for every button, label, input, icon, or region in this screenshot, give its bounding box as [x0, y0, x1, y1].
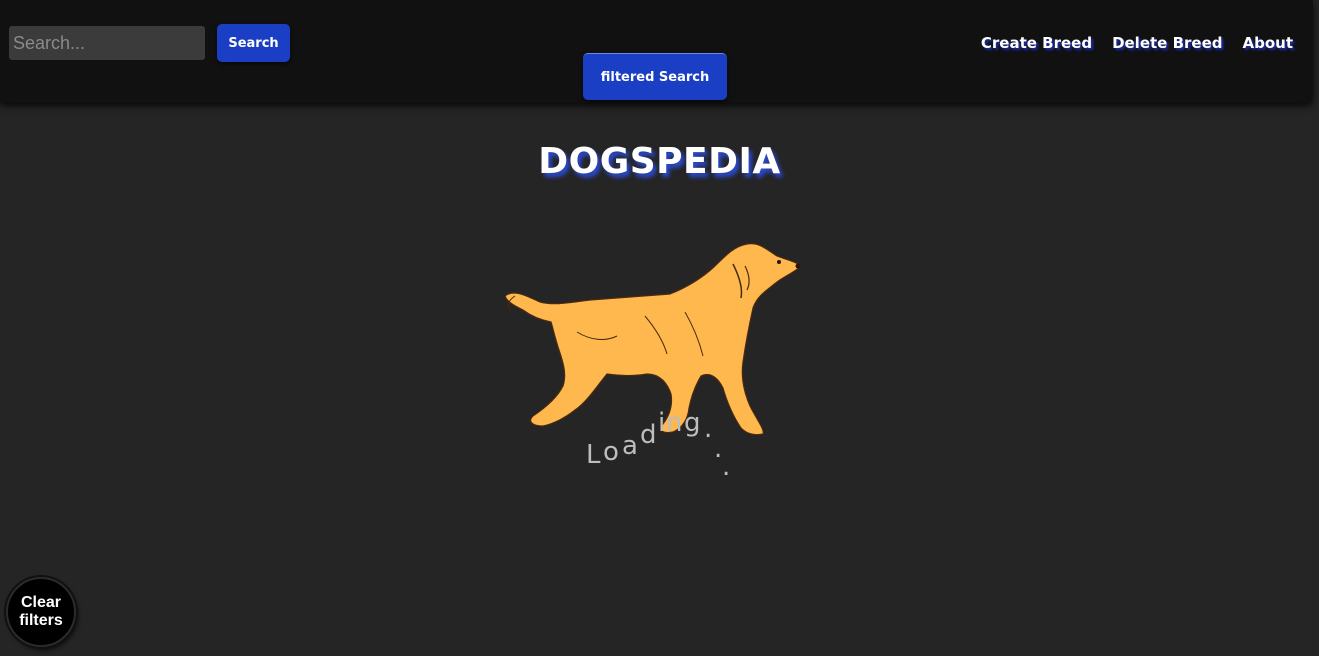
- nav-about[interactable]: About: [1242, 34, 1293, 52]
- loading-letter: .: [704, 414, 713, 444]
- loading-letter: d: [640, 420, 657, 450]
- clear-filters-button[interactable]: Clear filters: [6, 577, 76, 647]
- nav-links: Create Breed Delete Breed About: [981, 34, 1293, 52]
- top-navbar: Search filtered Search Create Breed Dele…: [0, 0, 1313, 103]
- loading-letter: o: [603, 437, 619, 467]
- page-title: DOGSPEDIA: [538, 141, 781, 182]
- search-input[interactable]: [9, 26, 205, 60]
- search-button[interactable]: Search: [217, 24, 290, 62]
- loading-letter: a: [622, 431, 638, 461]
- loading-letter: i: [658, 408, 666, 438]
- loading-letter: n: [666, 408, 683, 438]
- filtered-search-button[interactable]: filtered Search: [583, 53, 727, 100]
- loading-letter: g: [684, 408, 701, 438]
- loading-indicator: L o a d i n g . . .: [560, 400, 760, 490]
- loading-letter: .: [722, 452, 731, 482]
- loading-letter: L: [586, 440, 601, 470]
- nav-delete-breed[interactable]: Delete Breed: [1112, 34, 1222, 52]
- nav-create-breed[interactable]: Create Breed: [981, 34, 1092, 52]
